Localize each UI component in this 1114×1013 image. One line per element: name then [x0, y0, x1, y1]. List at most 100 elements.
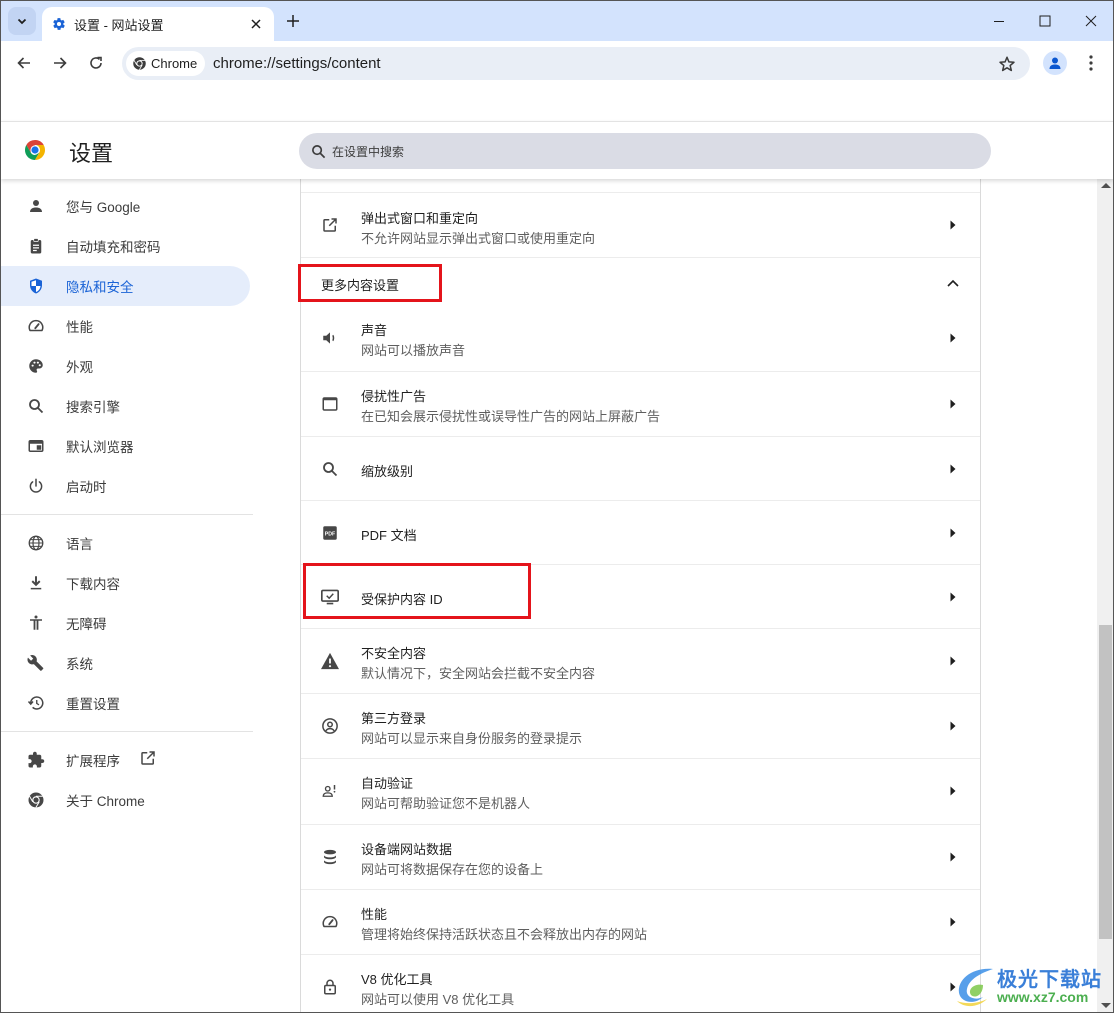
sidebar-item-label: 自动填充和密码 — [66, 240, 161, 255]
avatar-icon — [1049, 57, 1061, 69]
settings-row-v8-optimizer[interactable]: V8 优化工具 网站可以使用 V8 优化工具 — [301, 954, 980, 1012]
sidebar-item-extensions[interactable]: 扩展程序 — [1, 740, 250, 780]
toolbar: Chrome chrome://settings/content — [1, 41, 1113, 85]
scroll-up-arrow-icon[interactable] — [1101, 183, 1111, 188]
tab-title: 设置 - 网站设置 — [74, 17, 164, 33]
tab-settings[interactable]: 设置 - 网站设置 — [42, 7, 274, 41]
row-subtitle: 网站可帮助验证您不是机器人 — [361, 796, 531, 811]
search-icon — [312, 144, 326, 158]
arrow-right-icon — [54, 57, 67, 69]
back-button[interactable] — [10, 49, 38, 77]
chrome-icon — [25, 789, 47, 811]
settings-search-input[interactable]: 在设置中搜索 — [299, 133, 991, 169]
settings-row-zoom-levels[interactable]: 缩放级别 — [301, 436, 980, 500]
minimize-icon — [994, 21, 1004, 22]
watermark: 极光下载站 www.xz7.com — [953, 961, 1103, 1011]
site-info-chip[interactable]: Chrome — [126, 51, 206, 76]
sidebar-divider — [1, 514, 253, 515]
sidebar-item-accessibility[interactable]: 无障碍 — [1, 603, 250, 643]
arrow-right-icon — [947, 463, 959, 475]
profile-button[interactable] — [1043, 51, 1067, 75]
sidebar-item-default-browser[interactable]: 默认浏览器 — [1, 426, 250, 466]
speedometer-icon — [319, 911, 341, 933]
settings-header: 设置 在设置中搜索 — [1, 121, 1113, 179]
scroll-thumb[interactable] — [1099, 625, 1112, 939]
arrow-right-icon — [947, 916, 959, 928]
settings-row-auto-verify[interactable]: 自动验证 网站可帮助验证您不是机器人 — [301, 758, 980, 824]
sidebar-item-label: 搜索引擎 — [66, 400, 120, 415]
sidebar-item-languages[interactable]: 语言 — [1, 523, 250, 563]
sidebar-item-label: 扩展程序 — [66, 754, 120, 769]
accessibility-icon — [25, 612, 47, 634]
settings-row-pdf-documents[interactable]: PDF PDF 文档 — [301, 500, 980, 564]
sidebar-item-appearance[interactable]: 外观 — [1, 346, 250, 386]
sidebar-item-label: 您与 Google — [66, 200, 141, 215]
address-bar[interactable]: Chrome chrome://settings/content — [122, 47, 1030, 80]
arrow-right-icon — [947, 398, 959, 410]
sidebar-item-privacy[interactable]: 隐私和安全 — [1, 266, 250, 306]
arrow-left-icon — [17, 57, 30, 69]
chevron-up-icon — [947, 277, 959, 289]
gear-icon — [53, 18, 65, 30]
pdf-icon: PDF — [319, 522, 341, 544]
settings-row-insecure-content[interactable]: 不安全内容 默认情况下，安全网站会拦截不安全内容 — [301, 628, 980, 693]
bookmark-button[interactable] — [996, 53, 1018, 75]
close-window-button[interactable] — [1068, 1, 1113, 41]
close-icon — [251, 19, 261, 29]
settings-row-performance[interactable]: 性能 管理将始终保持活跃状态且不会释放出内存的网站 — [301, 889, 980, 954]
minimize-button[interactable] — [976, 1, 1022, 41]
sidebar-item-label: 启动时 — [66, 480, 107, 495]
row-title: 第三方登录 — [361, 711, 427, 726]
sidebar-item-search-engine[interactable]: 搜索引擎 — [1, 386, 250, 426]
row-title: 声音 — [361, 323, 388, 338]
scrollbar[interactable] — [1097, 179, 1113, 1012]
sidebar-item-about-chrome[interactable]: 关于 Chrome — [1, 780, 250, 820]
search-icon — [25, 395, 47, 417]
sidebar-item-system[interactable]: 系统 — [1, 643, 250, 683]
tab-strip: 设置 - 网站设置 — [1, 1, 1113, 41]
watermark-logo-icon — [957, 968, 993, 1007]
reload-button[interactable] — [82, 49, 110, 77]
url-text[interactable]: chrome://settings/content — [213, 55, 381, 72]
sidebar-item-downloads[interactable]: 下载内容 — [1, 563, 250, 603]
sidebar-item-label: 外观 — [66, 360, 93, 375]
sidebar-item-on-startup[interactable]: 启动时 — [1, 466, 250, 506]
maximize-button[interactable] — [1022, 1, 1068, 41]
menu-button[interactable] — [1079, 51, 1103, 75]
sidebar-item-you-and-google[interactable]: 您与 Google — [1, 186, 250, 226]
wrench-icon — [25, 652, 47, 674]
browser-window: 设置 - 网站设置 Chrome chrome://settings/conte… — [0, 0, 1114, 1013]
highlight-box-section — [298, 264, 442, 302]
row-subtitle: 网站可以显示来自身份服务的登录提示 — [361, 731, 583, 746]
sidebar-divider — [1, 731, 253, 732]
forward-button[interactable] — [46, 49, 74, 77]
settings-row-third-party-sign-in[interactable]: 第三方登录 网站可以显示来自身份服务的登录提示 — [301, 693, 980, 758]
settings-row-popups[interactable]: 弹出式窗口和重定向 不允许网站显示弹出式窗口或使用重定向 — [301, 192, 980, 257]
arrow-right-icon — [947, 219, 959, 231]
new-tab-button[interactable] — [281, 9, 305, 33]
power-icon — [25, 475, 47, 497]
download-icon — [25, 572, 47, 594]
person-icon — [25, 195, 47, 217]
sidebar-item-label: 下载内容 — [66, 577, 120, 592]
sidebar-item-autofill[interactable]: 自动填充和密码 — [1, 226, 250, 266]
ad-window-icon — [319, 393, 341, 415]
sidebar-item-reset[interactable]: 重置设置 — [1, 683, 250, 723]
arrow-right-icon — [947, 591, 959, 603]
settings-row-sound[interactable]: 声音 网站可以播放声音 — [301, 307, 980, 371]
sidebar-item-performance[interactable]: 性能 — [1, 306, 250, 346]
tab-search-button[interactable] — [8, 7, 36, 35]
settings-row-intrusive-ads[interactable]: 侵扰性广告 在已知会展示侵扰性或误导性广告的网站上屏蔽广告 — [301, 371, 980, 436]
sidebar-item-label: 重置设置 — [66, 697, 120, 712]
more-vert-icon — [1089, 55, 1093, 71]
row-subtitle: 不允许网站显示弹出式窗口或使用重定向 — [361, 231, 596, 246]
row-subtitle: 网站可以使用 V8 优化工具 — [361, 992, 515, 1007]
zoom-icon — [319, 458, 341, 480]
arrow-right-icon — [947, 720, 959, 732]
tab-close-button[interactable] — [244, 12, 268, 36]
browser-window-icon — [25, 435, 47, 457]
row-subtitle: 管理将始终保持活跃状态且不会释放出内存的网站 — [361, 927, 648, 942]
settings-row-on-device-site-data[interactable]: 设备端网站数据 网站可将数据保存在您的设备上 — [301, 824, 980, 889]
sidebar-item-label: 语言 — [66, 537, 93, 552]
arrow-right-icon — [947, 527, 959, 539]
